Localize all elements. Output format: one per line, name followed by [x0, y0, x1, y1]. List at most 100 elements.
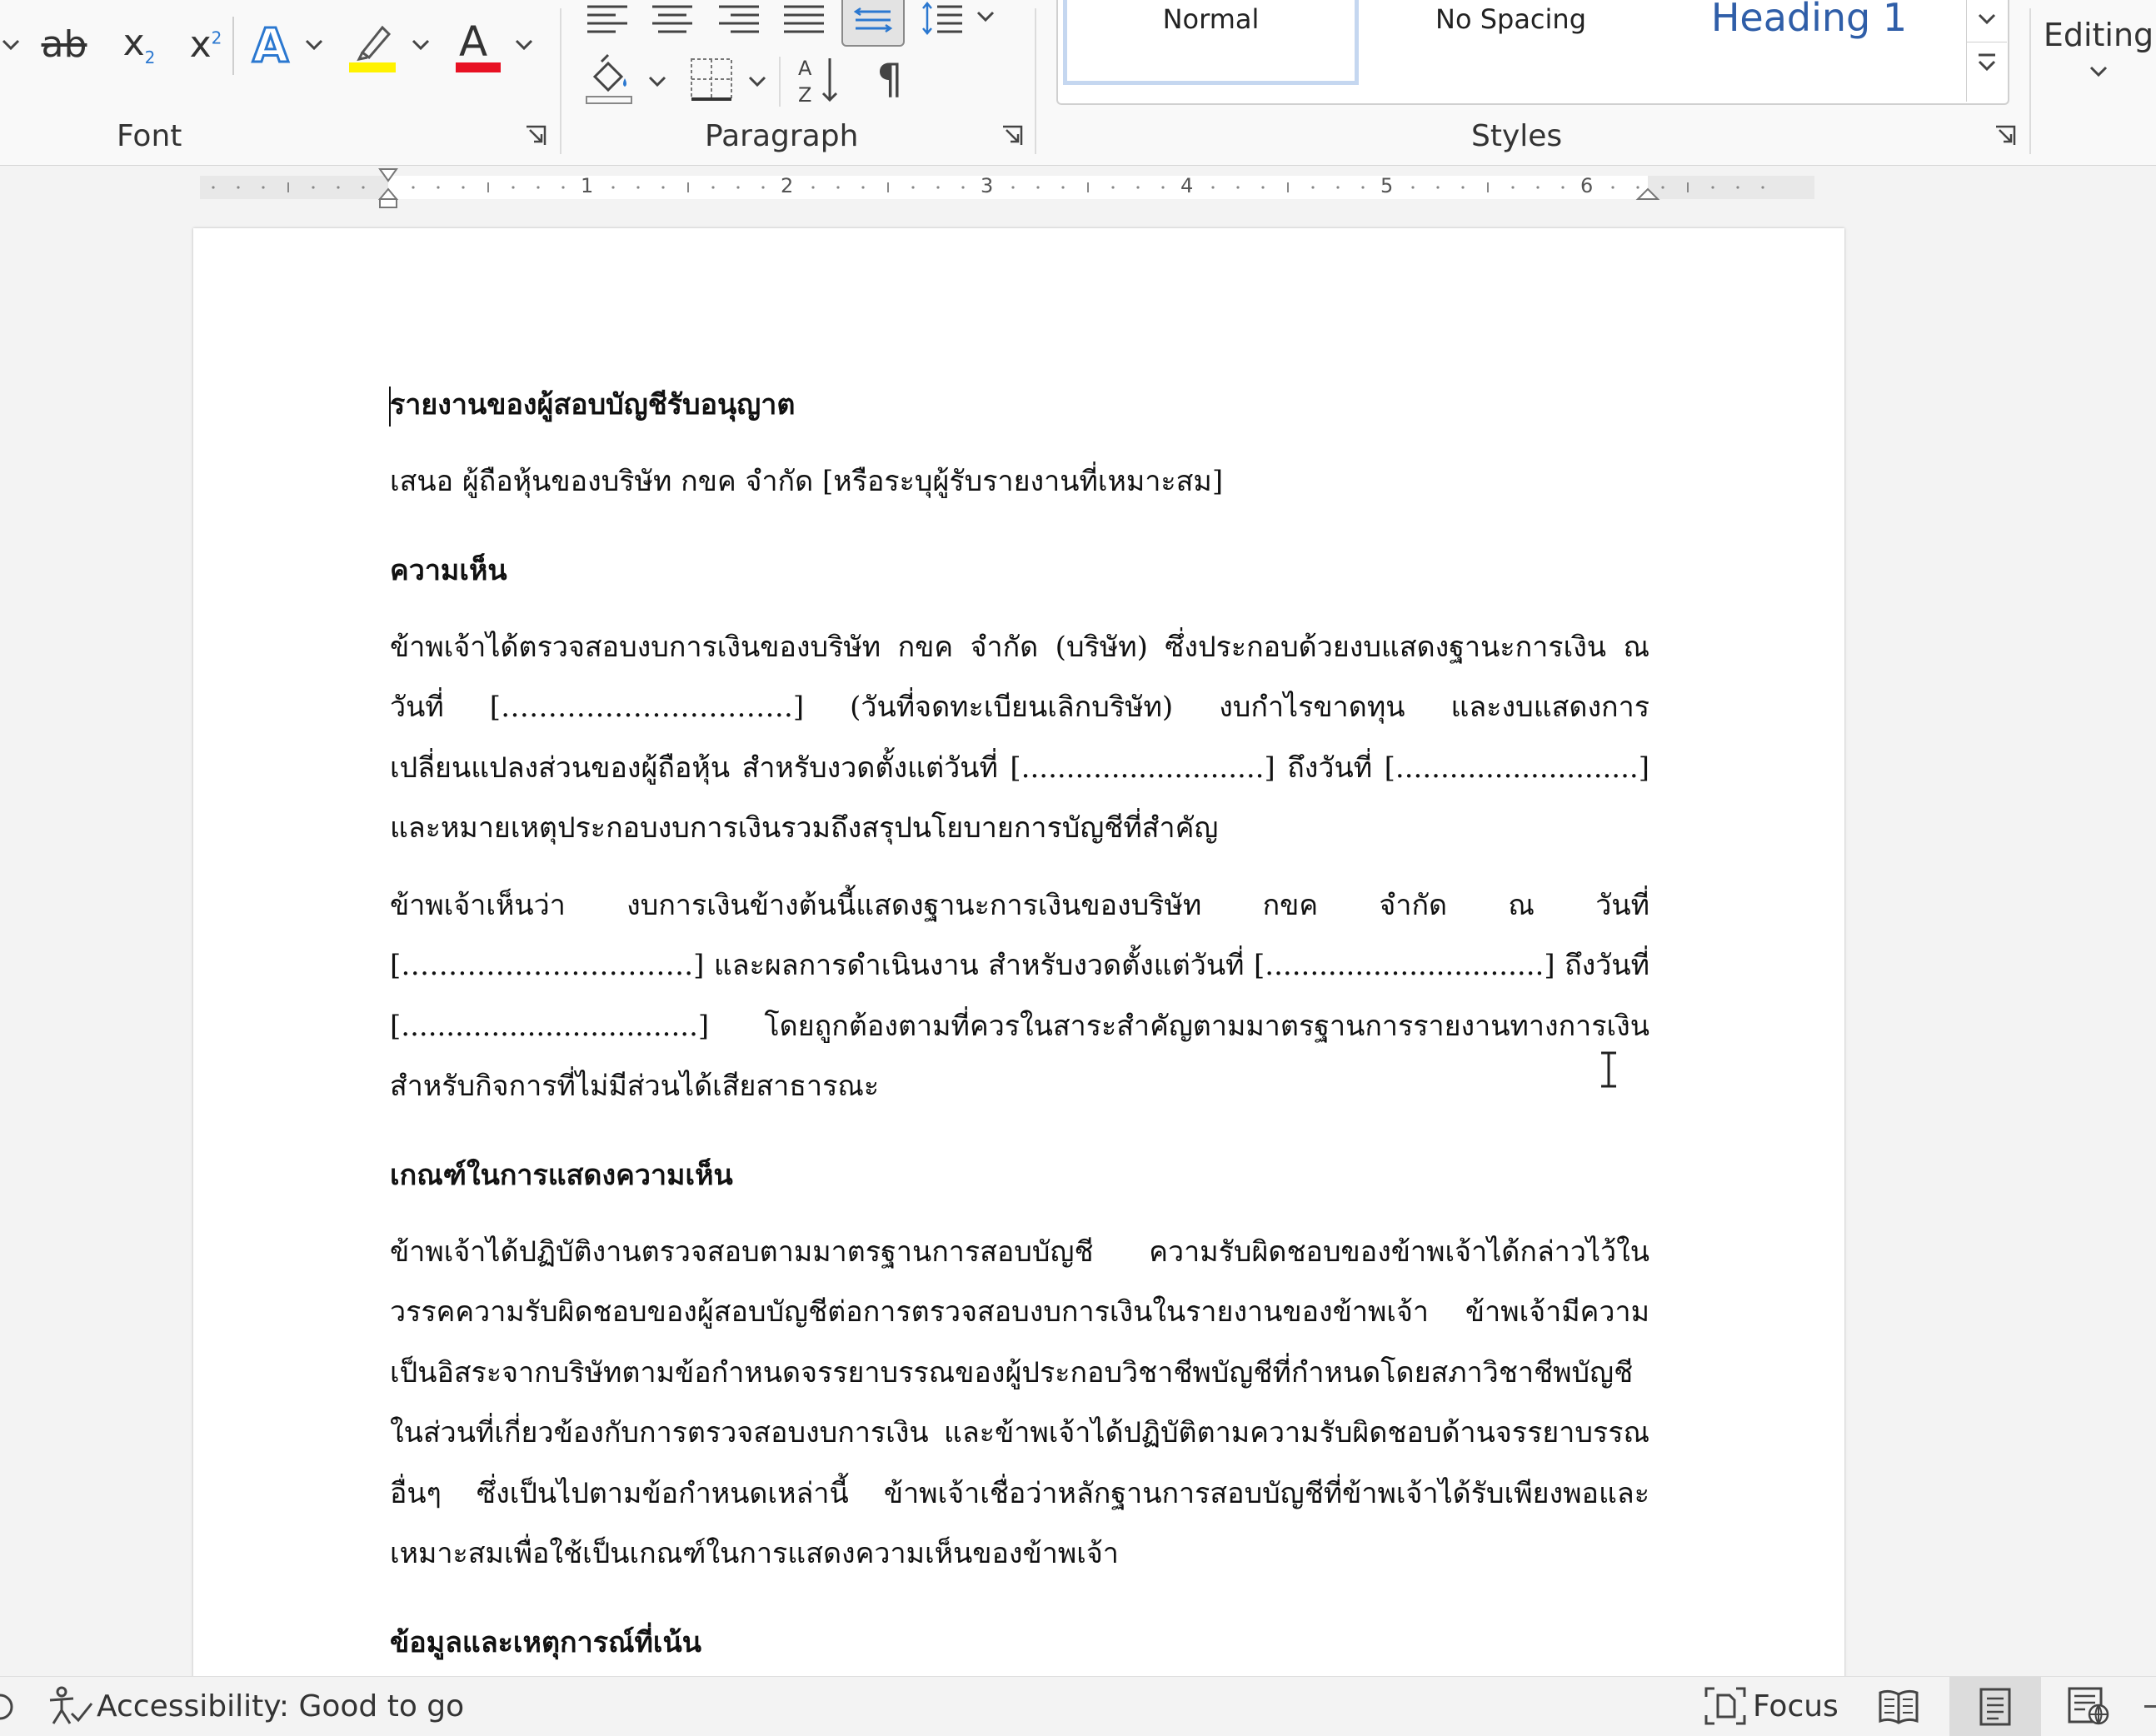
- more-styles-icon[interactable]: [1975, 52, 1999, 77]
- focus-label: Focus: [1753, 1689, 1839, 1724]
- ruler-dot: [1661, 186, 1664, 189]
- ruler-dot: [1136, 186, 1140, 189]
- ruler-dot: [1561, 186, 1565, 189]
- accessibility-icon: [49, 1686, 93, 1724]
- ruler-dot: [1336, 186, 1340, 189]
- print-layout-icon: [1979, 1688, 2011, 1725]
- align-center-button[interactable]: [646, 0, 698, 37]
- align-right-icon: [719, 5, 759, 33]
- document-page[interactable]: รายงานของผู้สอบบัญชีรับอนุญาต เสนอ ผู้ถื…: [193, 228, 1844, 1694]
- style-normal[interactable]: Normal: [1063, 0, 1359, 85]
- ruler-dot: [1461, 186, 1465, 189]
- ruler-dot: [1111, 186, 1115, 189]
- ruler-dot: [437, 186, 440, 189]
- style-gallery: Normal No Spacing Heading 1: [1056, 0, 2009, 105]
- ruler-dot: [537, 186, 540, 189]
- ruler-dot: [861, 186, 865, 189]
- ruler-number: 2: [781, 174, 794, 197]
- opinion-heading[interactable]: ความเห็น: [390, 541, 1649, 601]
- chevron-down-icon[interactable]: [513, 33, 535, 55]
- pilcrow-icon: ¶: [876, 55, 903, 103]
- line-spacing-icon: [922, 2, 962, 35]
- web-layout-button[interactable]: [2058, 1680, 2119, 1732]
- book-icon: [1879, 1689, 1919, 1724]
- show-formatting-button[interactable]: ¶: [860, 52, 920, 107]
- subscript-button[interactable]: x2: [110, 15, 168, 73]
- dialog-launcher-icon[interactable]: [525, 125, 546, 147]
- borders-button[interactable]: [681, 52, 741, 107]
- document-title[interactable]: รายงานของผู้สอบบัญชีรับอนุญาต: [390, 375, 1649, 435]
- style-heading-1[interactable]: Heading 1: [1661, 0, 1957, 85]
- chevron-down-icon[interactable]: [975, 5, 996, 27]
- ibeam-cursor-icon: [1601, 1051, 1616, 1088]
- dialog-launcher-icon[interactable]: [1001, 125, 1023, 147]
- ruler-dot: [1236, 186, 1240, 189]
- ruler-dot: [462, 186, 465, 189]
- zoom-out-icon[interactable]: [2144, 1705, 2156, 1708]
- ruler-dot: [1736, 186, 1739, 189]
- font-color-icon: A: [456, 17, 501, 72]
- document-body[interactable]: รายงานของผู้สอบบัญชีรับอนุญาต เสนอ ผู้ถื…: [390, 375, 1649, 1673]
- justify-icon: [784, 5, 824, 33]
- basis-paragraph[interactable]: ข้าพเจ้าได้ปฏิบัติงานตรวจสอบตามมาตรฐานกา…: [390, 1222, 1649, 1584]
- chevron-down-icon[interactable]: [303, 33, 325, 55]
- ruler-scale: [200, 168, 1814, 208]
- web-layout-icon: [2068, 1687, 2109, 1725]
- macro-icon[interactable]: [0, 1690, 17, 1724]
- align-right-button[interactable]: [713, 0, 765, 37]
- ruler-dot: [1361, 186, 1365, 189]
- dialog-launcher-icon[interactable]: [1994, 125, 2016, 147]
- opinion-paragraph-1[interactable]: ข้าพเจ้าได้ตรวจสอบงบการเงินของบริษัท กขค…: [390, 617, 1649, 859]
- ruler-dot: [212, 186, 215, 189]
- addressee-line[interactable]: เสนอ ผู้ถือหุ้นของบริษัท กขค จำกัด [หรือ…: [390, 451, 1649, 512]
- shading-button[interactable]: [578, 52, 638, 107]
- ruler-number: 6: [1580, 174, 1594, 197]
- ruler-dot: [1536, 186, 1540, 189]
- focus-button[interactable]: Focus: [1703, 1682, 1839, 1730]
- ruler-dot: [262, 186, 265, 189]
- ruler-dot: [312, 186, 315, 189]
- line-spacing-button[interactable]: [916, 0, 968, 37]
- strikethrough-button[interactable]: ab: [35, 15, 93, 73]
- left-indent-marker[interactable]: [379, 198, 397, 208]
- justify-button[interactable]: [778, 0, 830, 37]
- style-heading-1-label: Heading 1: [1710, 0, 1908, 40]
- styles-group-label: Styles: [1471, 119, 1563, 153]
- basis-heading[interactable]: เกณฑ์ในการแสดงความเห็น: [390, 1145, 1649, 1205]
- chevron-down-icon[interactable]: [1975, 7, 1999, 30]
- ruler-number: 3: [981, 174, 994, 197]
- editing-button[interactable]: Editing: [2041, 0, 2156, 100]
- gallery-scroll: [1966, 0, 2007, 102]
- ruler-dot: [636, 186, 640, 189]
- distributed-button[interactable]: [841, 0, 905, 47]
- emphasis-heading[interactable]: ข้อมูลและเหตุการณ์ที่เน้น: [390, 1613, 1649, 1673]
- superscript-button[interactable]: x2: [177, 15, 235, 73]
- ruler-dot: [1436, 186, 1440, 189]
- svg-text:A: A: [798, 57, 812, 80]
- ruler-dot: [1611, 186, 1615, 189]
- chevron-down-icon[interactable]: [746, 70, 768, 92]
- accessibility-checker[interactable]: Accessibility: Good to go: [47, 1682, 464, 1730]
- sort-button[interactable]: A Z: [790, 52, 850, 107]
- svg-text:Z: Z: [798, 83, 811, 105]
- borders-icon: [691, 58, 732, 101]
- ruler-dot: [1761, 186, 1764, 189]
- text-effects-button[interactable]: A: [242, 12, 300, 78]
- chevron-down-icon[interactable]: [646, 70, 668, 92]
- editing-label: Editing: [2043, 17, 2154, 53]
- style-no-spacing[interactable]: No Spacing: [1363, 0, 1659, 85]
- align-left-icon: [587, 5, 627, 33]
- text-effects-icon: A: [252, 20, 291, 70]
- print-layout-button[interactable]: [1949, 1677, 2041, 1736]
- align-left-button[interactable]: [581, 0, 633, 37]
- opinion-paragraph-2[interactable]: ข้าพเจ้าเห็นว่า งบการเงินข้างต้นนี้แสดงฐ…: [390, 875, 1649, 1117]
- document-area: รายงานของผู้สอบบัญชีรับอนุญาต เสนอ ผู้ถื…: [0, 210, 2156, 1694]
- horizontal-ruler[interactable]: 1 2 3 4 5 6: [0, 166, 2156, 209]
- read-mode-button[interactable]: [1869, 1680, 1928, 1732]
- svg-text:A: A: [459, 17, 487, 66]
- chevron-down-icon[interactable]: [0, 33, 22, 55]
- chevron-down-icon[interactable]: [410, 33, 432, 55]
- ruler-dot: [661, 186, 665, 189]
- highlight-color-button[interactable]: [343, 12, 402, 78]
- font-color-button[interactable]: A: [448, 12, 507, 78]
